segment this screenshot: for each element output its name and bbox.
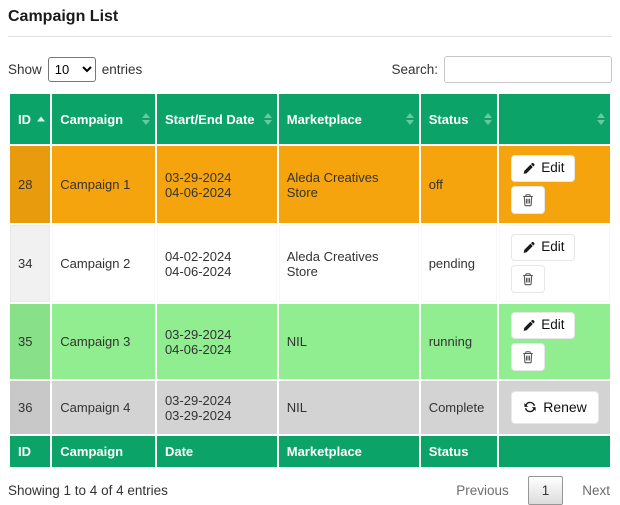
edit-button-label: Edit bbox=[541, 240, 564, 255]
table-row-campaign-2: 34 Campaign 2 04-02-2024 04-06-2024 Aled… bbox=[10, 225, 610, 302]
table-header-row: ID Campaign Start/End Date Marketplace S… bbox=[10, 94, 610, 144]
delete-button[interactable] bbox=[511, 186, 545, 214]
column-header-label: Marketplace bbox=[287, 112, 362, 127]
sort-asc-icon bbox=[37, 117, 45, 122]
title-divider bbox=[8, 36, 612, 37]
column-header-label: Start/End Date bbox=[165, 112, 255, 127]
delete-button[interactable] bbox=[511, 343, 545, 371]
end-date: 04-06-2024 bbox=[165, 342, 269, 357]
cell-actions: Edit bbox=[499, 304, 610, 379]
page-size-select[interactable]: 10 bbox=[48, 57, 96, 82]
renew-button[interactable]: Renew bbox=[511, 391, 599, 424]
cell-dates: 03-29-2024 03-29-2024 bbox=[157, 381, 277, 434]
cell-status: off bbox=[421, 146, 498, 223]
column-header-campaign[interactable]: Campaign bbox=[52, 94, 155, 144]
footer-status: Status bbox=[421, 436, 498, 467]
cell-status: pending bbox=[421, 225, 498, 302]
page-container: Campaign List Show 10 entries Search: ID bbox=[0, 0, 620, 505]
cell-campaign: Campaign 1 bbox=[52, 146, 155, 223]
cell-status: Complete bbox=[421, 381, 498, 434]
renew-button-label: Renew bbox=[543, 400, 587, 415]
edit-button[interactable]: Edit bbox=[511, 312, 575, 339]
cell-campaign: Campaign 3 bbox=[52, 304, 155, 379]
search-label: Search: bbox=[391, 62, 438, 77]
entries-info: Showing 1 to 4 of 4 entries bbox=[8, 483, 168, 498]
next-page-button[interactable]: Next bbox=[580, 478, 612, 503]
cell-id: 28 bbox=[10, 146, 50, 223]
end-date: 04-06-2024 bbox=[165, 264, 269, 279]
sort-arrows-icon bbox=[142, 113, 150, 125]
column-header-marketplace[interactable]: Marketplace bbox=[279, 94, 419, 144]
footer-date: Date bbox=[157, 436, 277, 467]
pencil-icon bbox=[522, 319, 535, 332]
column-header-label: ID bbox=[18, 112, 31, 127]
column-header-status[interactable]: Status bbox=[421, 94, 498, 144]
cell-actions: Renew bbox=[499, 381, 610, 434]
cell-campaign: Campaign 4 bbox=[52, 381, 155, 434]
cell-marketplace: Aleda Creatives Store bbox=[279, 225, 419, 302]
column-header-dates[interactable]: Start/End Date bbox=[157, 94, 277, 144]
cell-dates: 04-02-2024 04-06-2024 bbox=[157, 225, 277, 302]
pencil-icon bbox=[522, 241, 535, 254]
end-date: 04-06-2024 bbox=[165, 185, 269, 200]
edit-button[interactable]: Edit bbox=[511, 234, 575, 261]
entries-label: entries bbox=[102, 62, 143, 77]
cell-dates: 03-29-2024 04-06-2024 bbox=[157, 146, 277, 223]
pencil-icon bbox=[522, 162, 535, 175]
table-row-campaign-4: 36 Campaign 4 03-29-2024 03-29-2024 NIL … bbox=[10, 381, 610, 434]
page-title: Campaign List bbox=[8, 8, 612, 26]
sort-arrows-icon bbox=[406, 113, 414, 125]
cell-actions: Edit bbox=[499, 146, 610, 223]
search-control: Search: bbox=[391, 56, 612, 83]
previous-page-button[interactable]: Previous bbox=[454, 478, 511, 503]
table-row-campaign-3: 35 Campaign 3 03-29-2024 04-06-2024 NIL … bbox=[10, 304, 610, 379]
start-date: 04-02-2024 bbox=[165, 249, 269, 264]
edit-button[interactable]: Edit bbox=[511, 155, 575, 182]
search-input[interactable] bbox=[444, 56, 612, 83]
trash-icon bbox=[521, 272, 535, 286]
edit-button-label: Edit bbox=[541, 161, 564, 176]
edit-button-label: Edit bbox=[541, 318, 564, 333]
start-date: 03-29-2024 bbox=[165, 327, 269, 342]
cell-status: running bbox=[421, 304, 498, 379]
cell-campaign: Campaign 2 bbox=[52, 225, 155, 302]
table-row-campaign-1: 28 Campaign 1 03-29-2024 04-06-2024 Aled… bbox=[10, 146, 610, 223]
refresh-icon bbox=[523, 400, 537, 414]
sort-arrows-icon bbox=[597, 113, 605, 125]
column-header-label: Campaign bbox=[60, 112, 123, 127]
footer-campaign: Campaign bbox=[52, 436, 155, 467]
cell-dates: 03-29-2024 04-06-2024 bbox=[157, 304, 277, 379]
show-label: Show bbox=[8, 62, 42, 77]
footer-marketplace: Marketplace bbox=[279, 436, 419, 467]
page-number-button[interactable]: 1 bbox=[528, 476, 564, 505]
cell-id: 34 bbox=[10, 225, 50, 302]
cell-actions: Edit bbox=[499, 225, 610, 302]
sort-arrows-icon bbox=[264, 113, 272, 125]
column-header-actions[interactable] bbox=[499, 94, 610, 144]
cell-id: 35 bbox=[10, 304, 50, 379]
table-controls: Show 10 entries Search: bbox=[8, 56, 612, 83]
column-header-label: Status bbox=[429, 112, 469, 127]
pagination: Previous 1 Next bbox=[454, 476, 612, 505]
campaign-table: ID Campaign Start/End Date Marketplace S… bbox=[8, 92, 612, 469]
page-length-control: Show 10 entries bbox=[8, 57, 142, 82]
table-info-bar: Showing 1 to 4 of 4 entries Previous 1 N… bbox=[8, 476, 612, 505]
start-date: 03-29-2024 bbox=[165, 393, 269, 408]
table-footer-row: ID Campaign Date Marketplace Status bbox=[10, 436, 610, 467]
delete-button[interactable] bbox=[511, 265, 545, 293]
end-date: 03-29-2024 bbox=[165, 408, 269, 423]
cell-marketplace: NIL bbox=[279, 381, 419, 434]
footer-actions bbox=[499, 436, 610, 467]
trash-icon bbox=[521, 193, 535, 207]
cell-id: 36 bbox=[10, 381, 50, 434]
trash-icon bbox=[521, 350, 535, 364]
cell-marketplace: NIL bbox=[279, 304, 419, 379]
cell-marketplace: Aleda Creatives Store bbox=[279, 146, 419, 223]
column-header-id[interactable]: ID bbox=[10, 94, 50, 144]
sort-arrows-icon bbox=[484, 113, 492, 125]
footer-id: ID bbox=[10, 436, 50, 467]
start-date: 03-29-2024 bbox=[165, 170, 269, 185]
